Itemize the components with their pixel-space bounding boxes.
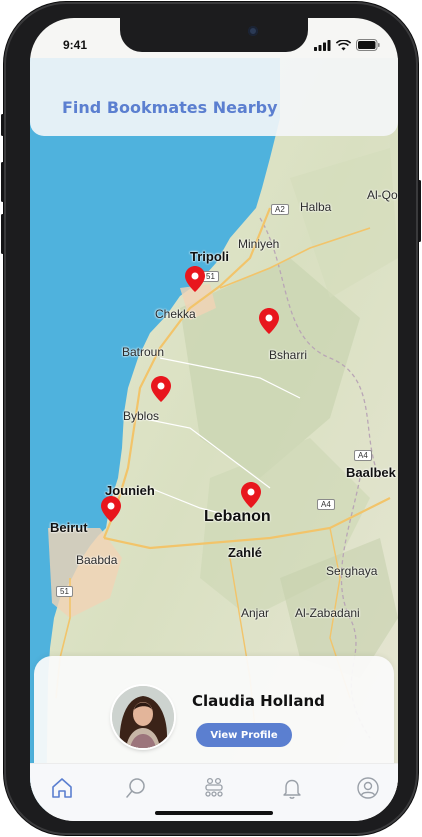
place-label: Anjar bbox=[241, 606, 270, 620]
place-label: Zahlé bbox=[228, 545, 262, 560]
place-label: Al-Zabadani bbox=[295, 606, 360, 620]
place-label: Lebanon bbox=[204, 508, 271, 525]
location-pin-icon[interactable] bbox=[241, 482, 261, 508]
volume-up-button bbox=[1, 162, 4, 202]
battery-icon bbox=[356, 39, 380, 51]
location-pin-icon[interactable] bbox=[259, 308, 279, 334]
place-label: Baalbek bbox=[346, 465, 396, 480]
status-icons bbox=[314, 39, 380, 51]
place-label: Tripoli bbox=[190, 249, 229, 264]
place-label: Bsharri bbox=[269, 348, 308, 362]
place-label: Al-Qo bbox=[367, 188, 398, 202]
screen: Halba Al-Qo Tripoli Miniyeh Chekka Batro… bbox=[30, 18, 398, 821]
road-shield: 51 bbox=[56, 586, 73, 597]
bell-icon[interactable] bbox=[280, 776, 304, 800]
status-time: 9:41 bbox=[63, 38, 88, 52]
road-shield: A4 bbox=[317, 499, 335, 510]
phone-frame: Halba Al-Qo Tripoli Miniyeh Chekka Batro… bbox=[1, 2, 421, 835]
volume-down-button bbox=[1, 214, 4, 254]
home-indicator[interactable] bbox=[155, 811, 273, 815]
home-icon[interactable] bbox=[50, 776, 74, 800]
cellular-signal-icon bbox=[314, 39, 331, 51]
place-label: Batroun bbox=[122, 345, 165, 359]
avatar[interactable] bbox=[112, 686, 174, 748]
location-pin-icon[interactable] bbox=[101, 496, 121, 522]
place-label: Baabda bbox=[76, 553, 118, 567]
location-pin-icon[interactable] bbox=[151, 376, 171, 402]
view-profile-button[interactable]: View Profile bbox=[196, 723, 292, 747]
road-shield: A4 bbox=[354, 450, 372, 461]
search-icon[interactable] bbox=[124, 776, 148, 800]
community-icon[interactable] bbox=[202, 776, 226, 800]
power-button bbox=[418, 180, 421, 242]
wifi-icon bbox=[336, 39, 351, 50]
page-title: Find Bookmates Nearby bbox=[62, 98, 278, 117]
location-pin-icon[interactable] bbox=[185, 266, 205, 292]
place-label: Byblos bbox=[123, 409, 160, 423]
profile-name: Claudia Holland bbox=[192, 692, 325, 710]
front-camera bbox=[248, 26, 258, 36]
place-label: Serghaya bbox=[326, 564, 378, 578]
notch bbox=[120, 18, 308, 52]
status-bar: 9:41 bbox=[30, 18, 398, 62]
place-label: Halba bbox=[300, 200, 332, 214]
avatar-image bbox=[112, 686, 174, 748]
header-bar bbox=[30, 58, 398, 136]
place-label: Beirut bbox=[50, 520, 88, 535]
place-label: Miniyeh bbox=[238, 237, 280, 251]
user-icon[interactable] bbox=[356, 776, 380, 800]
road-shield: A2 bbox=[271, 204, 289, 215]
place-label: Chekka bbox=[155, 307, 196, 321]
silent-switch bbox=[1, 114, 4, 136]
